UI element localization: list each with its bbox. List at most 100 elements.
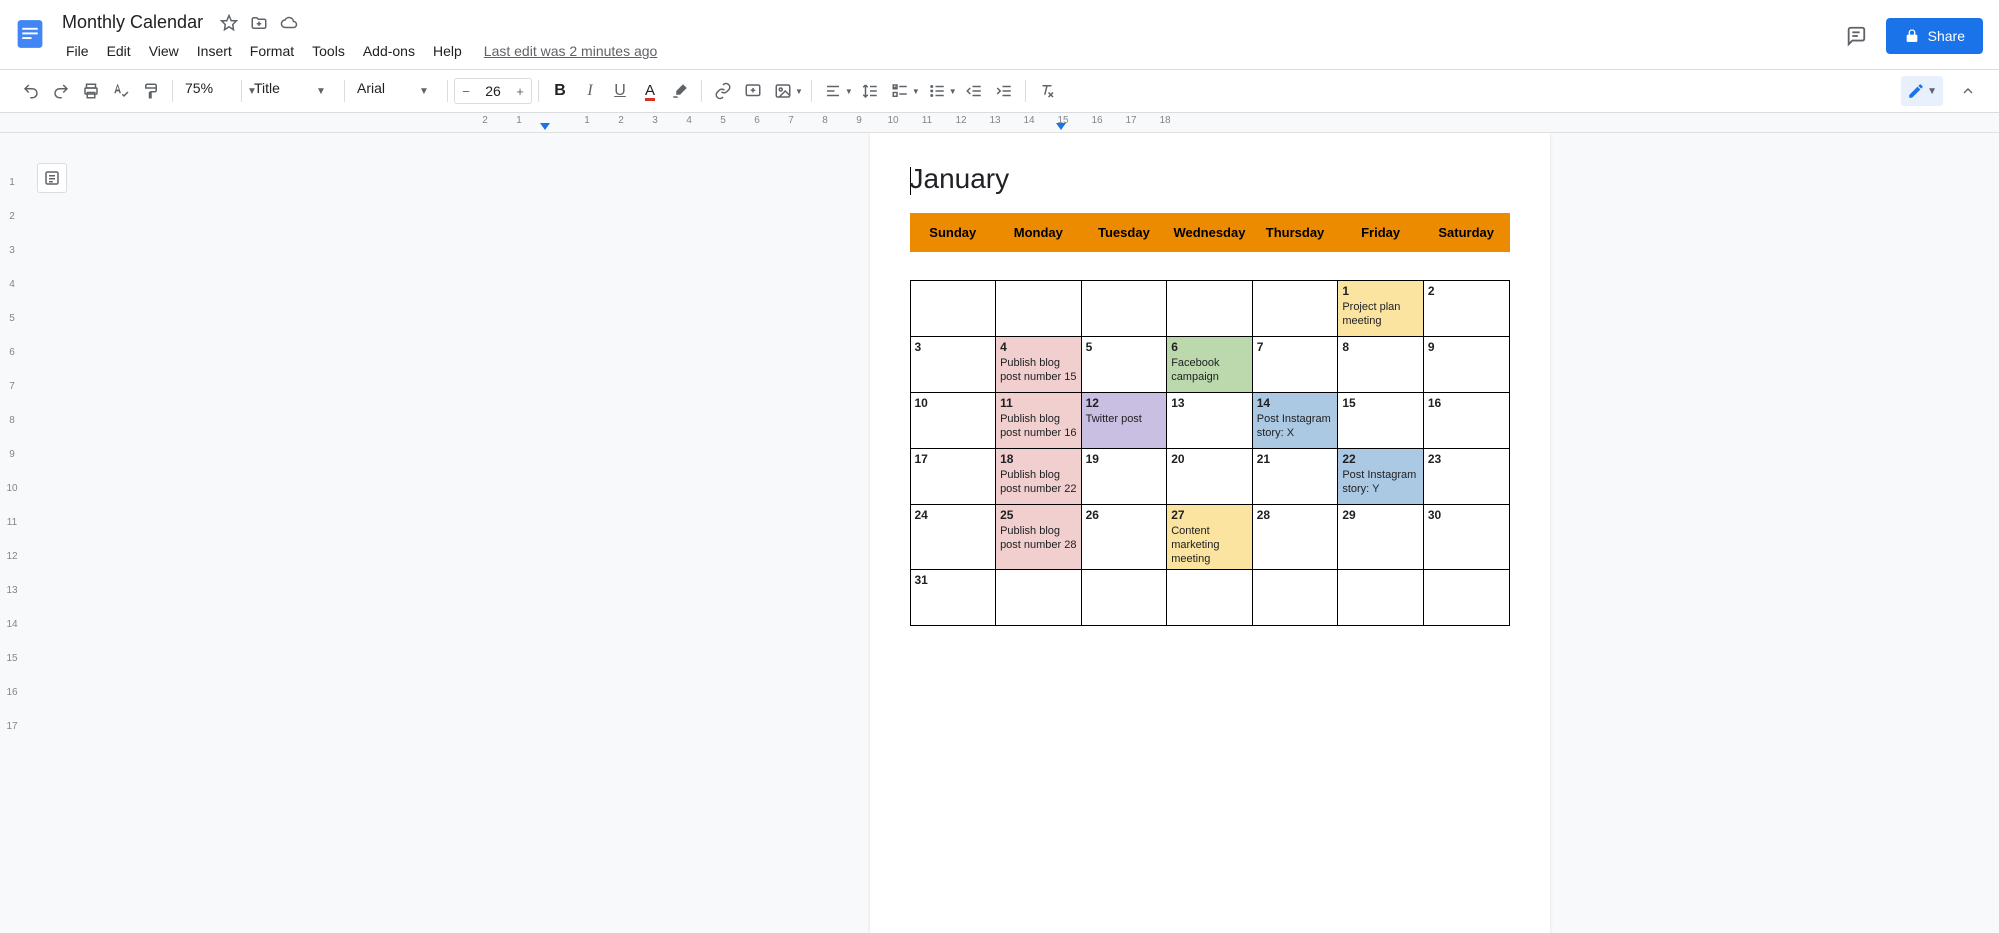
calendar-cell[interactable]: 10 bbox=[910, 393, 996, 449]
calendar-cell[interactable]: 8 bbox=[1338, 337, 1424, 393]
calendar-cell[interactable] bbox=[1081, 570, 1167, 626]
calendar-cell[interactable]: 21 bbox=[1252, 449, 1338, 505]
calendar-cell[interactable]: 20 bbox=[1167, 449, 1253, 505]
highlight-icon[interactable] bbox=[665, 76, 695, 106]
calendar-cell[interactable]: 31 bbox=[910, 570, 996, 626]
document-title[interactable]: Monthly Calendar bbox=[58, 10, 207, 35]
calendar-cell[interactable]: 23 bbox=[1423, 449, 1509, 505]
menu-view[interactable]: View bbox=[141, 39, 187, 63]
move-icon[interactable] bbox=[249, 13, 269, 33]
calendar-cell[interactable]: 28 bbox=[1252, 505, 1338, 570]
calendar-cell[interactable] bbox=[1081, 281, 1167, 337]
calendar-cell[interactable] bbox=[996, 570, 1082, 626]
calendar-cell[interactable]: 26 bbox=[1081, 505, 1167, 570]
calendar-cell[interactable]: 11Publish blog post number 16 bbox=[996, 393, 1082, 449]
calendar-cell[interactable]: 12Twitter post bbox=[1081, 393, 1167, 449]
calendar-cell[interactable]: 22Post Instagram story: Y bbox=[1338, 449, 1424, 505]
calendar-cell[interactable] bbox=[1252, 570, 1338, 626]
calendar-cell[interactable]: 7 bbox=[1252, 337, 1338, 393]
calendar-cell[interactable]: 14Post Instagram story: X bbox=[1252, 393, 1338, 449]
print-icon[interactable] bbox=[76, 76, 106, 106]
right-indent-marker[interactable] bbox=[1056, 123, 1066, 130]
calendar-cell[interactable]: 3 bbox=[910, 337, 996, 393]
document-page[interactable]: January SundayMondayTuesdayWednesdayThur… bbox=[870, 133, 1550, 933]
menu-file[interactable]: File bbox=[58, 39, 97, 63]
calendar-cell[interactable]: 5 bbox=[1081, 337, 1167, 393]
checklist-icon[interactable] bbox=[885, 76, 915, 106]
horizontal-ruler[interactable]: 21123456789101112131415161718 bbox=[0, 113, 1999, 133]
bold-icon[interactable]: B bbox=[545, 76, 575, 106]
calendar-cell[interactable]: 24 bbox=[910, 505, 996, 570]
document-outline-icon[interactable] bbox=[37, 163, 67, 193]
collapse-toolbar-icon[interactable] bbox=[1953, 76, 1983, 106]
calendar-cell[interactable]: 13 bbox=[1167, 393, 1253, 449]
spellcheck-icon[interactable] bbox=[106, 76, 136, 106]
calendar-cell[interactable] bbox=[1423, 570, 1509, 626]
chevron-down-icon[interactable]: ▼ bbox=[912, 87, 920, 96]
calendar-cell[interactable]: 30 bbox=[1423, 505, 1509, 570]
calendar-cell[interactable]: 19 bbox=[1081, 449, 1167, 505]
calendar-body-table[interactable]: 1Project plan meeting234Publish blog pos… bbox=[910, 280, 1510, 626]
line-spacing-icon[interactable] bbox=[855, 76, 885, 106]
font-size-increase[interactable]: + bbox=[509, 79, 531, 103]
calendar-cell[interactable] bbox=[1252, 281, 1338, 337]
page-title[interactable]: January bbox=[910, 163, 1510, 195]
calendar-cell[interactable]: 15 bbox=[1338, 393, 1424, 449]
calendar-cell[interactable]: 16 bbox=[1423, 393, 1509, 449]
calendar-cell[interactable]: 29 bbox=[1338, 505, 1424, 570]
calendar-cell[interactable]: 1Project plan meeting bbox=[1338, 281, 1424, 337]
clear-formatting-icon[interactable] bbox=[1032, 76, 1062, 106]
menu-insert[interactable]: Insert bbox=[189, 39, 240, 63]
menu-format[interactable]: Format bbox=[242, 39, 302, 63]
align-icon[interactable] bbox=[818, 76, 848, 106]
add-comment-icon[interactable] bbox=[738, 76, 768, 106]
calendar-cell[interactable]: 17 bbox=[910, 449, 996, 505]
insert-image-icon[interactable] bbox=[768, 76, 798, 106]
last-edit-link[interactable]: Last edit was 2 minutes ago bbox=[484, 43, 658, 59]
font-size-value[interactable]: 26 bbox=[477, 83, 509, 99]
redo-icon[interactable] bbox=[46, 76, 76, 106]
undo-icon[interactable] bbox=[16, 76, 46, 106]
share-button[interactable]: Share bbox=[1886, 18, 1983, 54]
chevron-down-icon[interactable]: ▼ bbox=[949, 87, 957, 96]
calendar-cell[interactable] bbox=[1338, 570, 1424, 626]
left-indent-marker[interactable] bbox=[540, 123, 550, 130]
vertical-ruler[interactable]: 1234567891011121314151617 bbox=[0, 133, 24, 933]
star-icon[interactable] bbox=[219, 13, 239, 33]
indent-icon[interactable] bbox=[989, 76, 1019, 106]
italic-icon[interactable]: I bbox=[575, 76, 605, 106]
text-color-icon[interactable]: A bbox=[635, 76, 665, 106]
calendar-cell[interactable]: 9 bbox=[1423, 337, 1509, 393]
calendar-cell[interactable]: 6Facebook campaign bbox=[1167, 337, 1253, 393]
underline-icon[interactable]: U bbox=[605, 76, 635, 106]
font-size-decrease[interactable]: − bbox=[455, 79, 477, 103]
calendar-cell[interactable]: 18Publish blog post number 22 bbox=[996, 449, 1082, 505]
paragraph-style-select[interactable]: Title ▼ bbox=[248, 76, 338, 106]
zoom-select[interactable]: 75% ▼ bbox=[179, 76, 235, 106]
menu-addons[interactable]: Add-ons bbox=[355, 39, 423, 63]
bulleted-list-icon[interactable] bbox=[922, 76, 952, 106]
font-select[interactable]: Arial ▼ bbox=[351, 76, 441, 106]
docs-logo-icon[interactable] bbox=[10, 8, 50, 60]
comments-icon[interactable] bbox=[1840, 20, 1872, 52]
calendar-event-text: Post Instagram story: Y bbox=[1342, 469, 1416, 495]
chevron-down-icon[interactable]: ▼ bbox=[795, 87, 803, 96]
cloud-status-icon[interactable] bbox=[279, 13, 299, 33]
calendar-cell[interactable]: 2 bbox=[1423, 281, 1509, 337]
calendar-cell[interactable] bbox=[910, 281, 996, 337]
calendar-cell[interactable] bbox=[1167, 281, 1253, 337]
paint-format-icon[interactable] bbox=[136, 76, 166, 106]
calendar-cell[interactable]: 4Publish blog post number 15 bbox=[996, 337, 1082, 393]
calendar-cell[interactable]: 27Content marketing meeting bbox=[1167, 505, 1253, 570]
editing-mode-select[interactable]: ▼ bbox=[1901, 76, 1943, 106]
chevron-down-icon[interactable]: ▼ bbox=[845, 87, 853, 96]
outdent-icon[interactable] bbox=[959, 76, 989, 106]
menu-tools[interactable]: Tools bbox=[304, 39, 353, 63]
calendar-cell[interactable]: 25Publish blog post number 28 bbox=[996, 505, 1082, 570]
insert-link-icon[interactable] bbox=[708, 76, 738, 106]
calendar-cell[interactable] bbox=[1167, 570, 1253, 626]
calendar-cell[interactable] bbox=[996, 281, 1082, 337]
menu-help[interactable]: Help bbox=[425, 39, 470, 63]
calendar-event-text: Publish blog post number 22 bbox=[1000, 469, 1076, 495]
menu-edit[interactable]: Edit bbox=[99, 39, 139, 63]
